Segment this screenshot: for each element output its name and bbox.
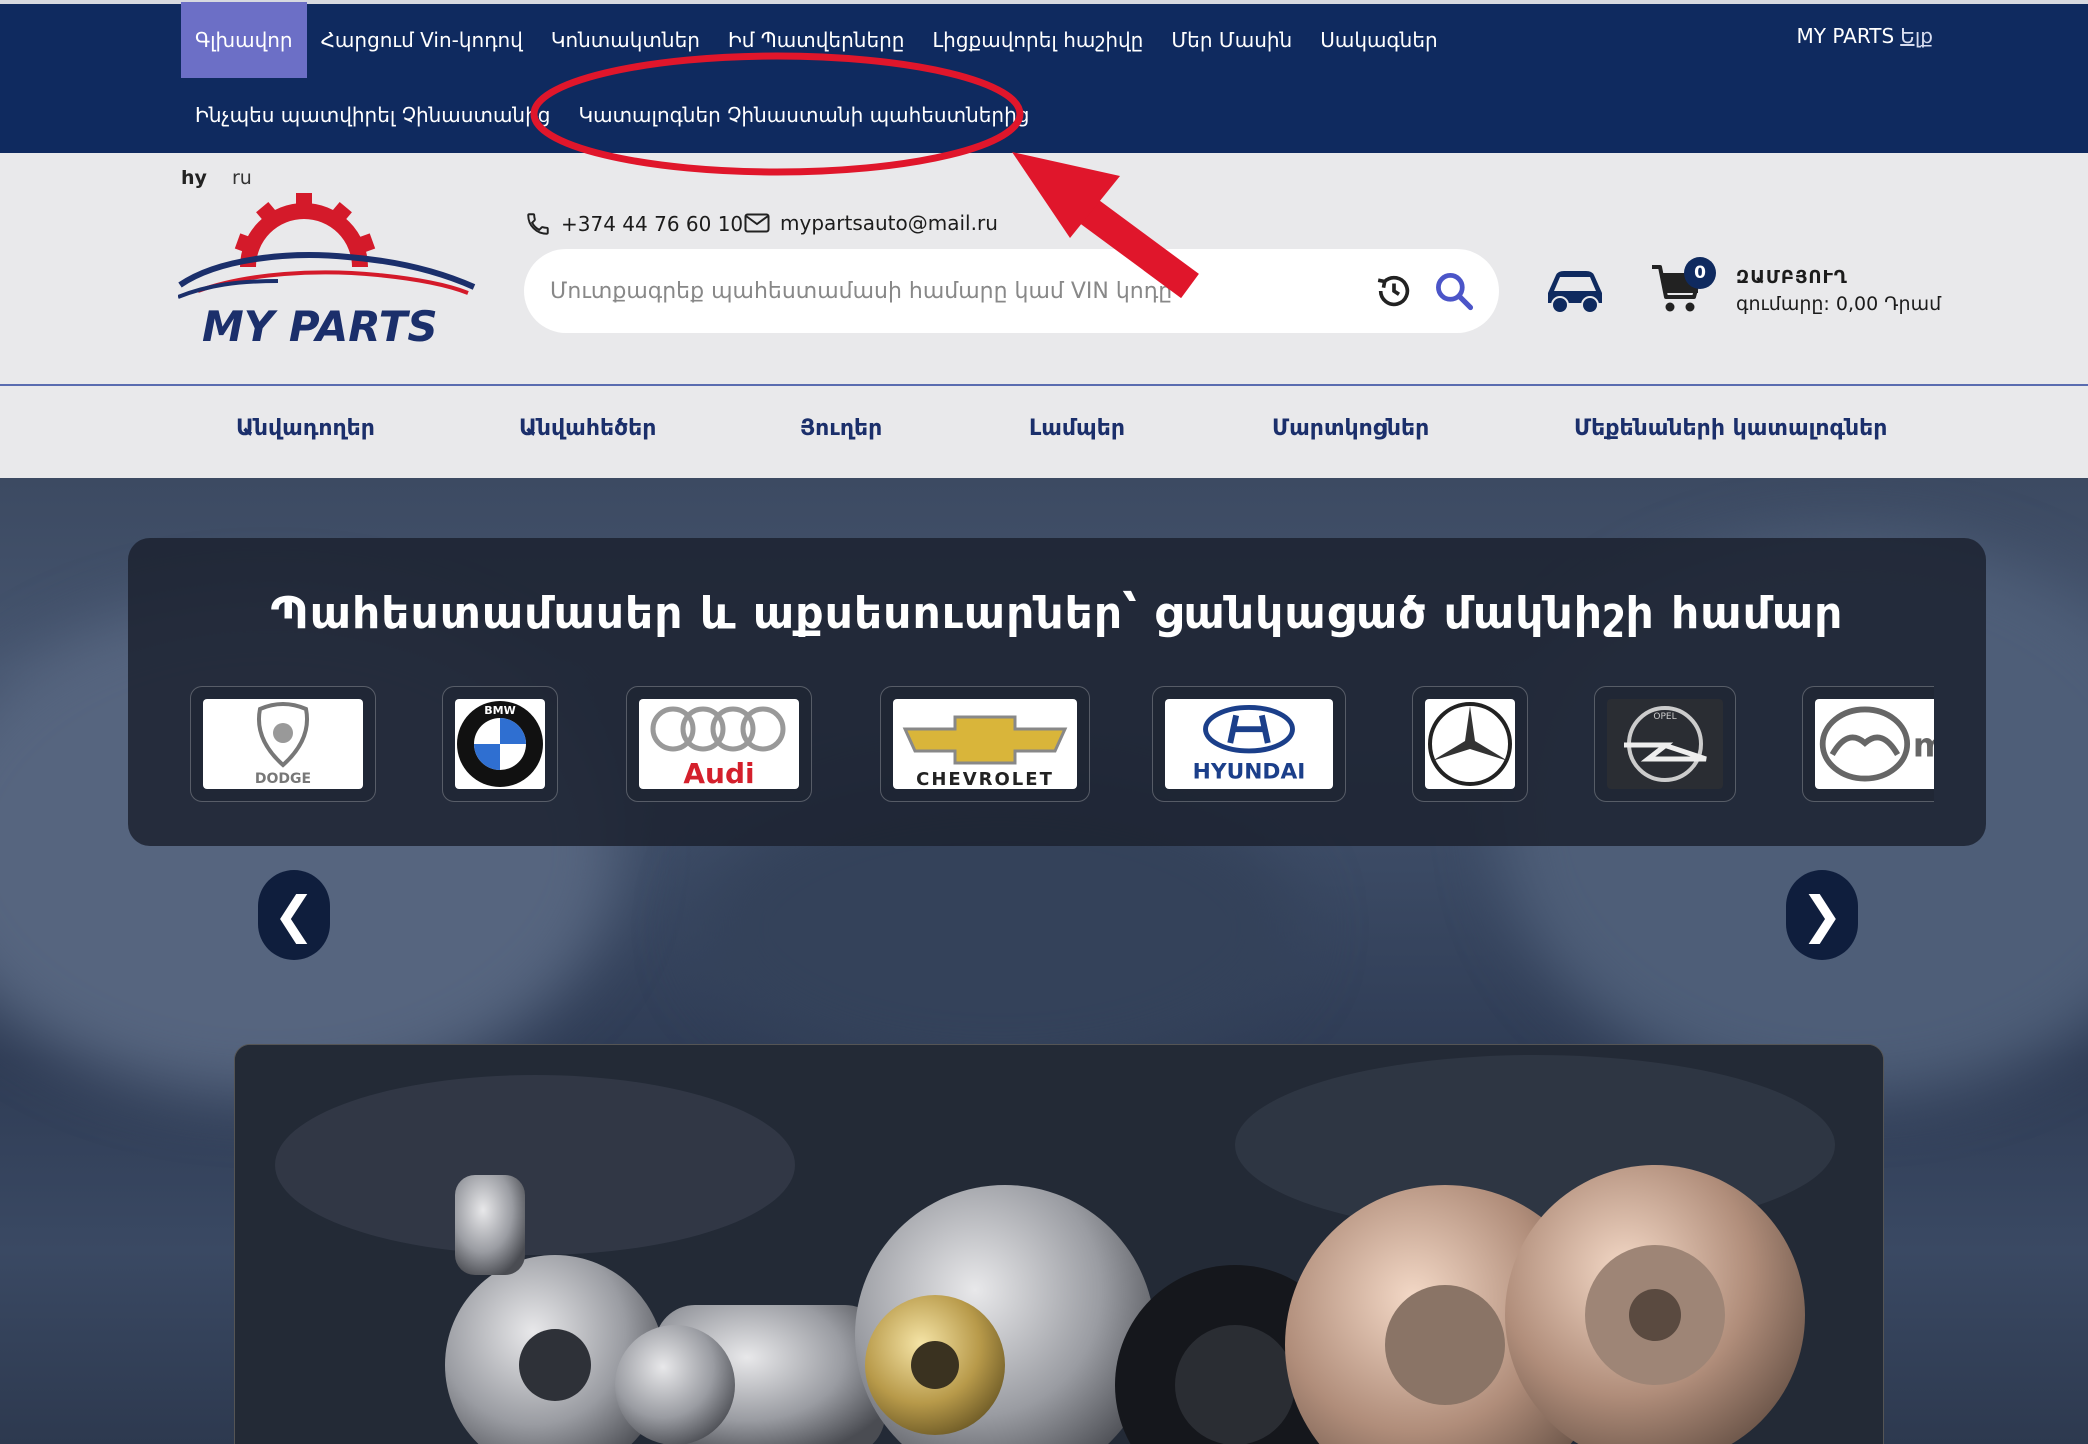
mail-icon — [744, 213, 770, 233]
category-car-catalogs[interactable]: Մեքենաների կատալոգներ — [1574, 416, 1887, 441]
brand-audi[interactable]: Audi — [626, 686, 812, 802]
mazda-logo-icon: mazda — [1815, 699, 1934, 789]
search-icon[interactable] — [1432, 269, 1476, 313]
chevrolet-logo-icon: CHEVROLET — [893, 699, 1077, 789]
brand-panel: Պահեստամասեր և աքսեսուարներ՝ ցանկացած մա… — [128, 538, 1986, 846]
nav-top-up[interactable]: Լիցքավորել հաշիվը — [918, 2, 1157, 78]
svg-text:DODGE: DODGE — [255, 771, 311, 787]
nav-vin-request[interactable]: Հարցում Vin-կոդով — [307, 2, 537, 78]
svg-text:CHEVROLET: CHEVROLET — [916, 769, 1054, 789]
top-nav-row-2: Ինչպես պատվիրել Չինաստանից Կատալոգներ Չի… — [181, 80, 1043, 150]
dodge-logo-icon: DODGE — [203, 699, 363, 789]
account-area: MY PARTS Ելք — [1797, 24, 1933, 48]
nav-tariffs[interactable]: Սակագներ — [1306, 2, 1451, 78]
mercedes-star-icon — [1425, 699, 1515, 789]
cart-title[interactable]: ԶԱՄԲՅՈՒՂ — [1736, 267, 1848, 288]
svg-text:HYUNDAI: HYUNDAI — [1193, 760, 1306, 785]
svg-text:BMW: BMW — [484, 704, 515, 717]
logo[interactable]: MY PARTS — [178, 189, 480, 349]
brand-mazda[interactable]: mazda — [1802, 686, 1934, 802]
category-bar: Անվադողեր Անվահեծեր Յուղեր Լամպեր Մարտկո… — [0, 386, 2088, 478]
search-input[interactable] — [550, 249, 1330, 333]
nav-contacts[interactable]: Կոնտակտներ — [537, 2, 714, 78]
svg-text:mazda: mazda — [1913, 726, 1934, 764]
category-lamps[interactable]: Լամպեր — [1029, 416, 1125, 441]
brand-mercedes[interactable] — [1412, 686, 1528, 802]
brand-chevrolet[interactable]: CHEVROLET — [880, 686, 1090, 802]
hero-slider[interactable] — [234, 1044, 1884, 1444]
email-contact[interactable]: mypartsauto@mail.ru — [744, 211, 998, 235]
logout-link[interactable]: Ելք — [1900, 24, 1933, 48]
cart-count-badge: 0 — [1684, 257, 1716, 289]
brand-bmw[interactable]: BMW — [442, 686, 558, 802]
nav-china-catalogs[interactable]: Կատալոգներ Չինաստանի պահեստներից — [564, 80, 1043, 150]
site-header: hy ru MY PARTS +374 44 76 60 10 mypartsa… — [0, 153, 2088, 386]
slider-prev-button[interactable]: ❮ — [258, 870, 330, 960]
audi-logo-icon: Audi — [639, 699, 799, 789]
account-name[interactable]: MY PARTS — [1797, 24, 1895, 48]
garage-car-icon[interactable] — [1540, 263, 1610, 319]
nav-how-to-order-china[interactable]: Ինչպես պատվիրել Չինաստանից — [181, 80, 564, 150]
top-nav-row-1: Գլխավոր Հարցում Vin-կոդով Կոնտակտներ Իմ … — [181, 2, 1452, 78]
lang-ru[interactable]: ru — [232, 167, 252, 189]
logo-text: MY PARTS — [202, 302, 438, 349]
category-batteries[interactable]: Մարտկոցներ — [1272, 416, 1429, 441]
brand-dodge[interactable]: DODGE — [190, 686, 376, 802]
brand-panel-title: Պահեստամասեր և աքսեսուարներ՝ ցանկացած մա… — [270, 588, 1844, 639]
nav-my-orders[interactable]: Իմ Պատվերները — [714, 2, 919, 78]
hero-section: Պահեստամասեր և աքսեսուարներ՝ ցանկացած մա… — [0, 478, 2088, 1444]
brand-carousel[interactable]: DODGE BMW Audi CHEVROLET HYUNDAI OPEL — [190, 686, 1934, 806]
slider-parts-image — [235, 1045, 1883, 1444]
lang-hy[interactable]: hy — [181, 167, 207, 189]
category-oils[interactable]: Յուղեր — [800, 416, 882, 441]
email-address: mypartsauto@mail.ru — [780, 211, 998, 235]
search-box — [524, 249, 1499, 333]
category-tires[interactable]: Անվադողեր — [236, 416, 375, 441]
opel-logo-icon: OPEL — [1607, 699, 1723, 789]
phone-number: +374 44 76 60 10 — [561, 212, 744, 236]
svg-text:Audi: Audi — [683, 757, 754, 789]
phone-icon — [527, 213, 549, 235]
svg-text:OPEL: OPEL — [1653, 712, 1676, 722]
brand-opel[interactable]: OPEL — [1594, 686, 1736, 802]
bmw-logo-icon: BMW — [455, 699, 545, 789]
nav-about[interactable]: Մեր Մասին — [1157, 2, 1306, 78]
nav-home[interactable]: Գլխավոր — [181, 2, 307, 78]
hyundai-logo-icon: HYUNDAI — [1165, 699, 1333, 789]
category-rims[interactable]: Անվահեծեր — [519, 416, 656, 441]
history-icon[interactable] — [1374, 271, 1414, 311]
top-navbar: Գլխավոր Հարցում Vin-կոդով Կոնտակտներ Իմ … — [0, 0, 2088, 153]
slider-next-button[interactable]: ❯ — [1786, 870, 1858, 960]
brand-hyundai[interactable]: HYUNDAI — [1152, 686, 1346, 802]
phone-contact[interactable]: +374 44 76 60 10 — [525, 211, 743, 237]
cart-sum: գումարը: 0,00 Դրամ — [1736, 293, 1942, 315]
